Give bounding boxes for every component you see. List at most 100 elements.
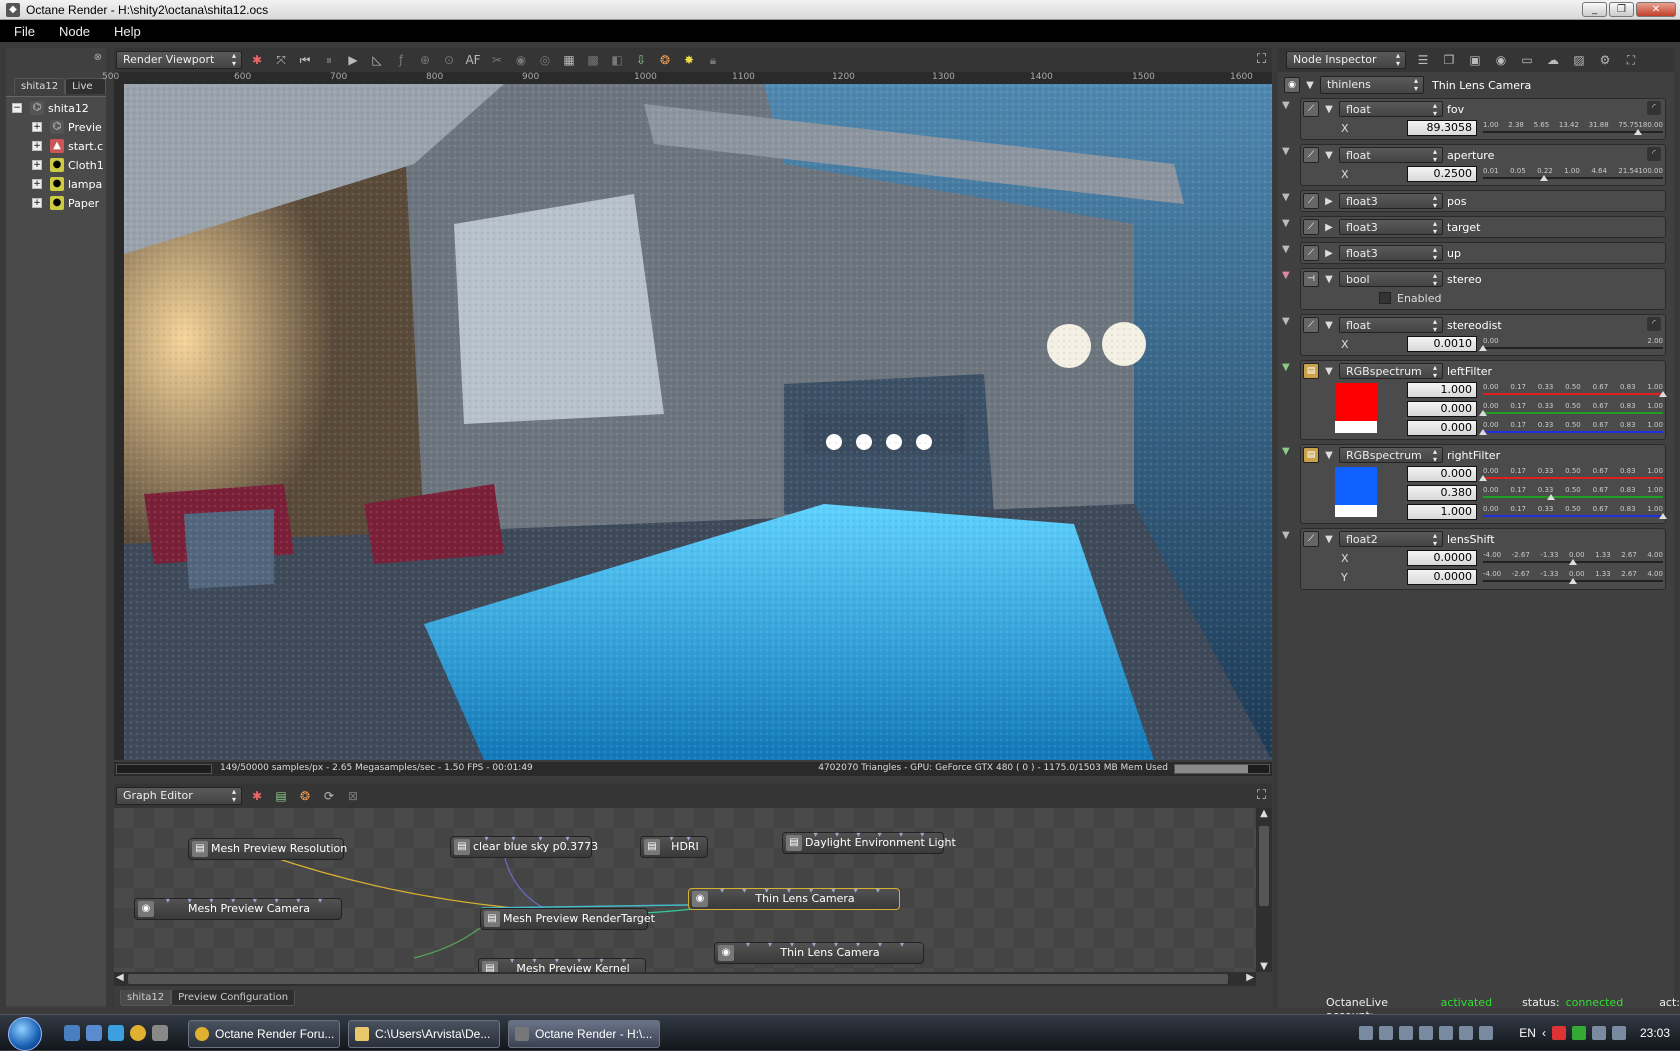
graph-tab-preview-configuration[interactable]: Preview Configuration <box>171 990 296 1006</box>
maximize-button[interactable]: ❐ <box>1609 2 1634 17</box>
maximize-graph-icon[interactable]: ⛶ <box>1257 788 1266 803</box>
network-icon[interactable] <box>1591 1026 1606 1040</box>
stereo-checkbox[interactable] <box>1379 292 1391 304</box>
collapse-icon[interactable]: ▼ <box>1323 150 1335 161</box>
tray-icon[interactable] <box>1399 1026 1414 1040</box>
row-collapse-icon[interactable]: ▼ <box>1282 446 1294 457</box>
collapse-icon[interactable]: ▼ <box>1323 320 1335 331</box>
clock[interactable]: 23:03 <box>1640 1026 1670 1040</box>
split-view-icon[interactable]: ◧ <box>608 51 626 69</box>
lensshift-y-field[interactable]: 0.0000 <box>1407 569 1477 585</box>
taskbar-item-octane[interactable]: Octane Render - H:\... <box>508 1020 660 1048</box>
material-picker-icon[interactable]: ✂ <box>488 51 506 69</box>
stereodist-value-field[interactable]: 0.0010 <box>1407 336 1477 352</box>
graph-node-selected[interactable]: ▾ ▾ ▾ ▾ ▾ ▾ ▾ ▾ ◉ Thin Lens Camera <box>688 886 900 910</box>
row-collapse-icon[interactable]: ▼ <box>1282 530 1294 541</box>
expand-all-icon[interactable]: ☰ <box>1414 51 1432 69</box>
taskbar-item-browser[interactable]: Octane Render Foru... <box>188 1020 340 1048</box>
aperture-slider[interactable]: 0.01 0.05 0.22 1.00 4.64 21.54100.00 <box>1483 167 1663 182</box>
collapse-all-icon[interactable]: ❐ <box>1440 51 1458 69</box>
white-balance-icon[interactable]: ⊙ <box>440 51 458 69</box>
root-type-dropdown[interactable]: thinlens <box>1320 76 1424 94</box>
expand-icon[interactable]: + <box>32 198 42 208</box>
graph-canvas[interactable]: ▤ Mesh Preview Resolution ▾ ▾ ▾ ▾ ▤ clear b… <box>114 808 1256 972</box>
delete-node-icon[interactable]: ⊠ <box>344 787 362 805</box>
arrange-icon[interactable]: ⟳ <box>320 787 338 805</box>
collapse-icon[interactable]: ▼ <box>1323 366 1335 377</box>
row-collapse-icon[interactable]: ▼ <box>1282 100 1294 111</box>
chrome-icon[interactable] <box>130 1025 146 1041</box>
tray-icon[interactable] <box>1439 1026 1454 1040</box>
close-button[interactable]: ✕ <box>1636 2 1676 17</box>
graph-horizontal-scrollbar[interactable]: ◀ ▶ <box>114 972 1256 986</box>
green-value-field[interactable]: 0.000 <box>1407 401 1477 417</box>
kernel-icon[interactable]: ⚙ <box>1596 51 1614 69</box>
tree-item-start[interactable]: + ▲ start.c <box>32 137 103 155</box>
graph-node[interactable]: ▾ ▾ ▾ ▾ ▤ clear blue sky p0.3773 <box>450 834 598 858</box>
slider-thumb[interactable] <box>1479 345 1487 351</box>
tray-icon[interactable] <box>1359 1026 1374 1040</box>
restart-render-icon[interactable]: ⏮ <box>296 51 314 69</box>
show-desktop-icon[interactable] <box>64 1025 80 1041</box>
row-collapse-icon[interactable]: ▼ <box>1282 192 1294 203</box>
language-indicator[interactable]: EN <box>1519 1026 1536 1040</box>
tree-item-paper[interactable]: + ● Paper <box>32 194 99 212</box>
param-type-dropdown[interactable]: float3 <box>1339 245 1443 262</box>
render-target-icon[interactable]: ▭ <box>1518 51 1536 69</box>
tree-item-preview[interactable]: + ⌬ Previe <box>32 118 102 136</box>
curve-icon[interactable]: ◜ <box>1647 101 1661 115</box>
autofocus-button[interactable]: AF <box>464 51 482 69</box>
expand-icon[interactable]: + <box>32 122 42 132</box>
expand-icon[interactable]: + <box>32 141 42 151</box>
graph-editor-selector[interactable]: Graph Editor <box>116 787 242 805</box>
expand-icon[interactable]: + <box>32 160 42 170</box>
maximize-viewport-icon[interactable]: ⛶ <box>1257 52 1266 67</box>
expand-icon[interactable]: ▶ <box>1323 222 1335 233</box>
slider-thumb[interactable] <box>1569 578 1577 584</box>
lock-icon[interactable]: 🔒︎ <box>704 51 722 69</box>
maximize-inspector-icon[interactable]: ⛶ <box>1622 51 1640 69</box>
volume-icon[interactable] <box>1611 1026 1626 1040</box>
graph-node[interactable]: ▤ Mesh Preview RenderTarget <box>480 908 655 930</box>
tray-icon[interactable] <box>1419 1026 1434 1040</box>
aperture-value-field[interactable]: 0.2500 <box>1407 166 1477 182</box>
taskbar-item-folder[interactable]: C:\Users\Arvista\De... <box>348 1020 500 1048</box>
tray-icon[interactable] <box>1379 1026 1394 1040</box>
clay-mode-icon[interactable]: ◎ <box>536 51 554 69</box>
graph-node[interactable]: ▤ Mesh Preview Resolution <box>188 838 347 860</box>
blue-value-field[interactable]: 0.000 <box>1407 420 1477 436</box>
tray-icon[interactable] <box>1571 1026 1586 1040</box>
camera-settings-icon[interactable]: ◉ <box>1492 51 1510 69</box>
image-icon[interactable]: ▨ <box>1570 51 1588 69</box>
save-image-icon[interactable]: ⇩ <box>632 51 650 69</box>
explorer-icon[interactable] <box>86 1025 102 1041</box>
param-type-dropdown[interactable]: float <box>1339 317 1443 334</box>
lensshift-y-slider[interactable]: -4.00 -2.67 -1.33 0.00 1.33 2.67 4.00 <box>1483 570 1663 585</box>
graph-node[interactable]: ▾ ▾ ▾ ▾ ▾ ▾ ▤ Mesh Preview Kernel <box>478 956 646 972</box>
param-type-dropdown[interactable]: float <box>1339 101 1443 118</box>
param-type-dropdown[interactable]: float3 <box>1339 193 1443 210</box>
minimize-button[interactable]: _ <box>1582 2 1607 17</box>
row-collapse-icon[interactable]: ▼ <box>1282 146 1294 157</box>
render-image[interactable] <box>124 84 1272 760</box>
menu-help[interactable]: Help <box>114 24 141 39</box>
graph-node[interactable]: ▾ ▾ ▾ ▾ ▾ ▾ ▤ Daylight Environment Light <box>782 830 956 854</box>
unlink-icon[interactable]: ✱ <box>248 787 266 805</box>
graph-node[interactable]: ▾ ▾ ▤ HDRI <box>640 834 708 858</box>
collapse-icon[interactable]: ▼ <box>1304 80 1316 91</box>
row-collapse-icon[interactable]: ▼ <box>1282 270 1294 281</box>
render-passes-icon[interactable]: ❂ <box>656 51 674 69</box>
node-group-icon[interactable]: ❂ <box>296 787 314 805</box>
menu-file[interactable]: File <box>14 24 35 39</box>
focus-icon[interactable]: ƒ <box>392 51 410 69</box>
collapse-icon[interactable]: ▼ <box>1323 104 1335 115</box>
lensshift-x-slider[interactable]: -4.00 -2.67 -1.33 0.00 1.33 2.67 4.00 <box>1483 551 1663 566</box>
blue-value-field[interactable]: 1.000 <box>1407 504 1477 520</box>
fov-slider[interactable]: 1.00 2.38 5.65 13.42 31.88 75.75180.00 <box>1483 121 1663 136</box>
tab-live-db[interactable]: Live DB <box>65 78 106 107</box>
graph-vertical-scrollbar[interactable]: ▲ ▼ <box>1256 808 1272 972</box>
lensshift-x-field[interactable]: 0.0000 <box>1407 550 1477 566</box>
scroll-thumb[interactable] <box>128 974 1228 984</box>
tree-item-cloth1[interactable]: + ● Cloth1 <box>32 156 104 174</box>
slider-thumb[interactable] <box>1540 175 1549 181</box>
